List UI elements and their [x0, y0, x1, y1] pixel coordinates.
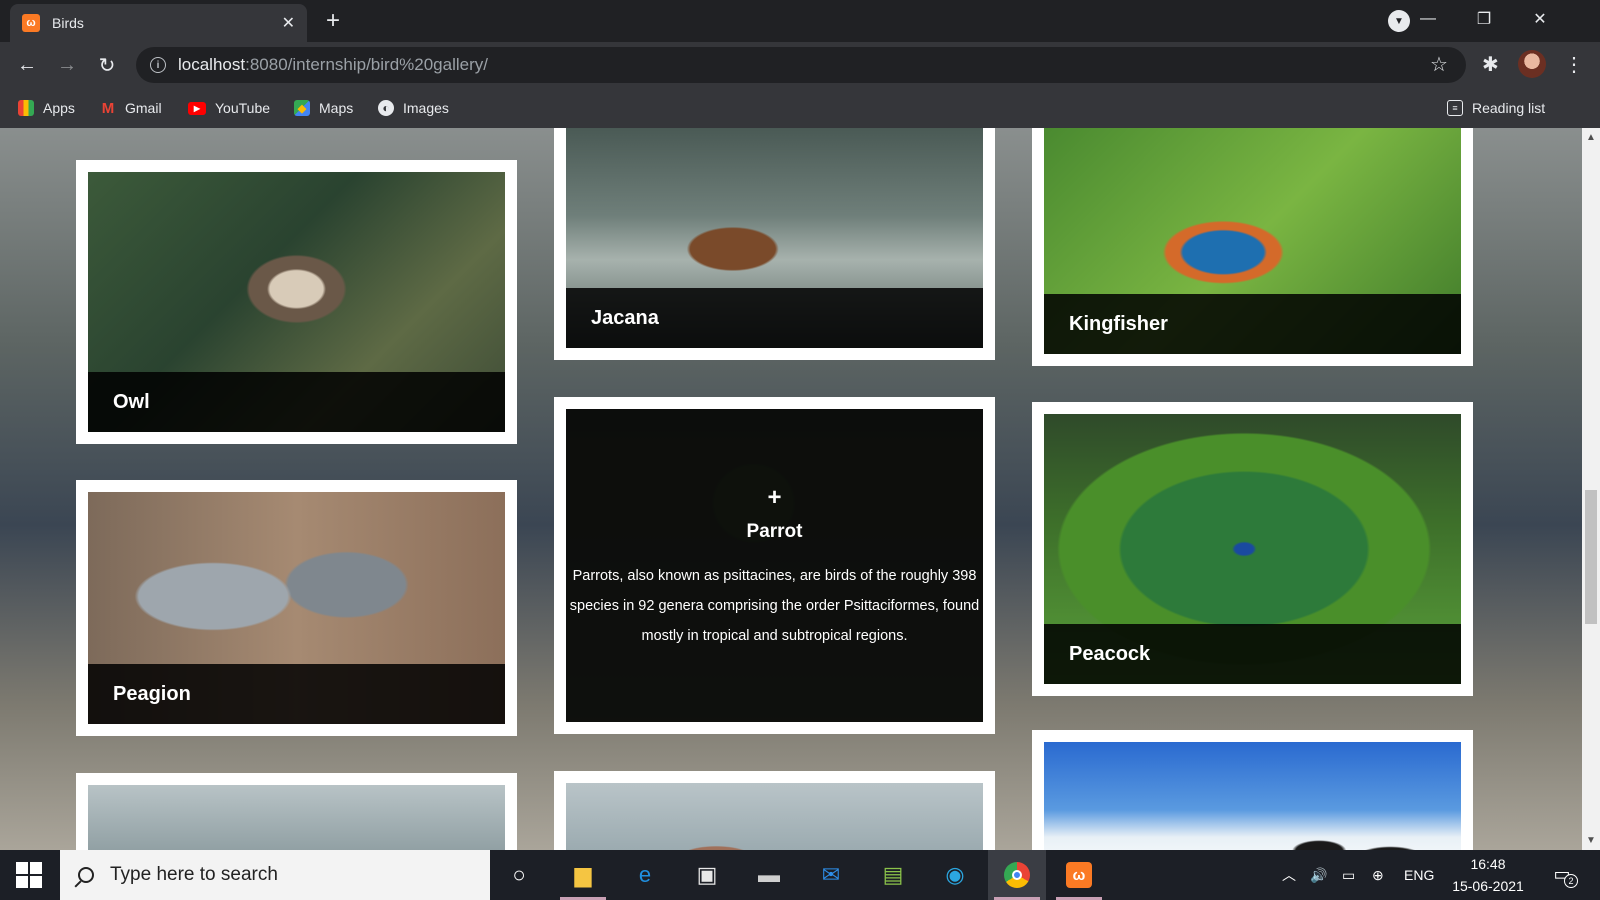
mail-icon[interactable]: ✉: [802, 850, 860, 900]
minimize-icon[interactable]: —: [1400, 0, 1456, 38]
store-icon[interactable]: ▣: [678, 850, 736, 900]
bookmark-label: Images: [403, 100, 449, 116]
forward-arrow-icon[interactable]: →: [52, 50, 82, 80]
gallery-card-peacock[interactable]: Peacock: [1032, 402, 1473, 696]
scroll-up-icon[interactable]: ▲: [1586, 132, 1596, 143]
kingfisher-caption: Kingfisher: [1044, 294, 1461, 354]
xampp-favicon-icon: ω: [22, 14, 40, 32]
site-info-icon[interactable]: i: [150, 57, 166, 73]
parrot-title: Parrot: [746, 521, 803, 542]
more-menu-icon[interactable]: ⋮: [1564, 52, 1584, 77]
show-hidden-icons-icon[interactable]: ︿: [1282, 850, 1296, 900]
pigeon-photo: Peagion: [88, 492, 505, 724]
chrome-icon[interactable]: [988, 850, 1046, 900]
apps-grid-icon: [18, 100, 34, 116]
gallery-page: Owl Peagion Jacana + Parrot Parrots, als…: [0, 128, 1582, 850]
youtube-icon: ▶: [188, 101, 206, 115]
pigeon-caption: Peagion: [88, 664, 505, 724]
tab-title: Birds: [52, 15, 84, 31]
bird-photo: [88, 785, 505, 850]
system-clock[interactable]: 16:48 15-06-2021: [1442, 853, 1534, 897]
battery-icon[interactable]: ▭: [1342, 850, 1355, 900]
page-scrollbar[interactable]: ▲ ▼: [1582, 128, 1600, 850]
internet-explorer-icon[interactable]: e: [616, 850, 674, 900]
gmail-icon: M: [101, 99, 115, 117]
address-bar[interactable]: i localhost:8080/internship/bird%20galle…: [136, 47, 1466, 83]
gallery-card-kingfisher[interactable]: Kingfisher: [1032, 128, 1473, 366]
restore-icon[interactable]: ❐: [1456, 0, 1512, 38]
url-host: localhost: [178, 55, 246, 74]
jacana-caption: Jacana: [566, 288, 983, 348]
search-placeholder: Type here to search: [110, 864, 278, 885]
profile-avatar[interactable]: [1518, 50, 1546, 78]
parrot-description: Parrots, also known as psittacines, are …: [569, 568, 980, 644]
terminal-icon[interactable]: ▬: [740, 850, 798, 900]
bookmark-label: YouTube: [215, 100, 271, 116]
bird-photo: [566, 783, 983, 850]
scroll-down-icon[interactable]: ▼: [1586, 835, 1596, 846]
volume-icon[interactable]: 🔊: [1310, 850, 1327, 900]
url-text[interactable]: localhost:8080/internship/bird%20gallery…: [178, 55, 488, 75]
taskbar-search-box[interactable]: Type here to search: [60, 850, 490, 900]
window-close-icon[interactable]: ✕: [1512, 0, 1568, 38]
file-explorer-icon[interactable]: ▆: [554, 850, 612, 900]
browser-tab[interactable]: ω Birds ✕: [10, 4, 307, 42]
bookmark-gmail[interactable]: M Gmail: [100, 88, 162, 128]
clock-date: 15-06-2021: [1452, 878, 1524, 894]
language-indicator[interactable]: ENG: [1404, 850, 1434, 900]
jacana-photo: Jacana: [566, 128, 983, 348]
search-icon: [78, 867, 94, 883]
kingfisher-photo: Kingfisher: [1044, 128, 1461, 354]
gallery-card-pigeon[interactable]: Peagion: [76, 480, 517, 736]
sticky-notes-icon[interactable]: ▤: [864, 850, 922, 900]
parrot-hover-overlay[interactable]: + Parrot Parrots, also known as psittaci…: [566, 409, 983, 722]
action-center-icon[interactable]: ▭ 2: [1548, 860, 1578, 888]
clock-time: 16:48: [1470, 856, 1506, 872]
gallery-card-partial-1[interactable]: [76, 773, 517, 850]
expand-plus-icon[interactable]: +: [566, 484, 983, 512]
gallery-card-parrot[interactable]: + Parrot Parrots, also known as psittaci…: [554, 397, 995, 734]
bookmark-youtube[interactable]: ▶ YouTube: [188, 88, 270, 128]
new-tab-button[interactable]: +: [318, 6, 348, 36]
bookmark-label: Maps: [319, 100, 354, 116]
bookmark-apps[interactable]: Apps: [18, 88, 75, 128]
bookmark-images[interactable]: ◐ Images: [378, 88, 449, 128]
owl-caption: Owl: [88, 372, 505, 432]
extensions-puzzle-icon[interactable]: ✱: [1482, 52, 1499, 77]
task-view-icon[interactable]: ○: [490, 850, 548, 900]
maps-icon: ◆: [294, 100, 310, 116]
back-arrow-icon[interactable]: ←: [12, 50, 42, 80]
reading-list-button[interactable]: ≡ Reading list: [1447, 88, 1545, 128]
xampp-icon[interactable]: ω: [1050, 850, 1108, 900]
reload-icon[interactable]: ↻: [92, 50, 122, 80]
scrollbar-thumb[interactable]: [1585, 490, 1597, 624]
gallery-card-penguins[interactable]: [1032, 730, 1473, 850]
bookmark-star-icon[interactable]: ☆: [1430, 52, 1448, 77]
bookmark-maps[interactable]: ◆ Maps: [294, 88, 353, 128]
notification-count: 2: [1564, 874, 1578, 888]
penguin-photo: [1044, 742, 1461, 850]
owl-photo: Owl: [88, 172, 505, 432]
parrot-photo: + Parrot Parrots, also known as psittaci…: [566, 409, 983, 722]
network-globe-icon[interactable]: ⊕: [1372, 850, 1384, 900]
edge-icon[interactable]: ◉: [926, 850, 984, 900]
gallery-card-owl[interactable]: Owl: [76, 160, 517, 444]
globe-icon: ◐: [378, 100, 394, 116]
peacock-photo: Peacock: [1044, 414, 1461, 684]
bookmark-label: Apps: [43, 100, 75, 116]
gallery-card-partial-2[interactable]: [554, 771, 995, 850]
bookmark-label: Gmail: [125, 100, 162, 116]
reading-list-icon: ≡: [1447, 100, 1463, 116]
peacock-caption: Peacock: [1044, 624, 1461, 684]
tab-close-icon[interactable]: ✕: [282, 13, 295, 33]
url-path: :8080/internship/bird%20gallery/: [245, 55, 488, 74]
reading-list-label: Reading list: [1472, 100, 1546, 116]
windows-start-icon[interactable]: [16, 862, 42, 888]
gallery-card-jacana[interactable]: Jacana: [554, 128, 995, 360]
